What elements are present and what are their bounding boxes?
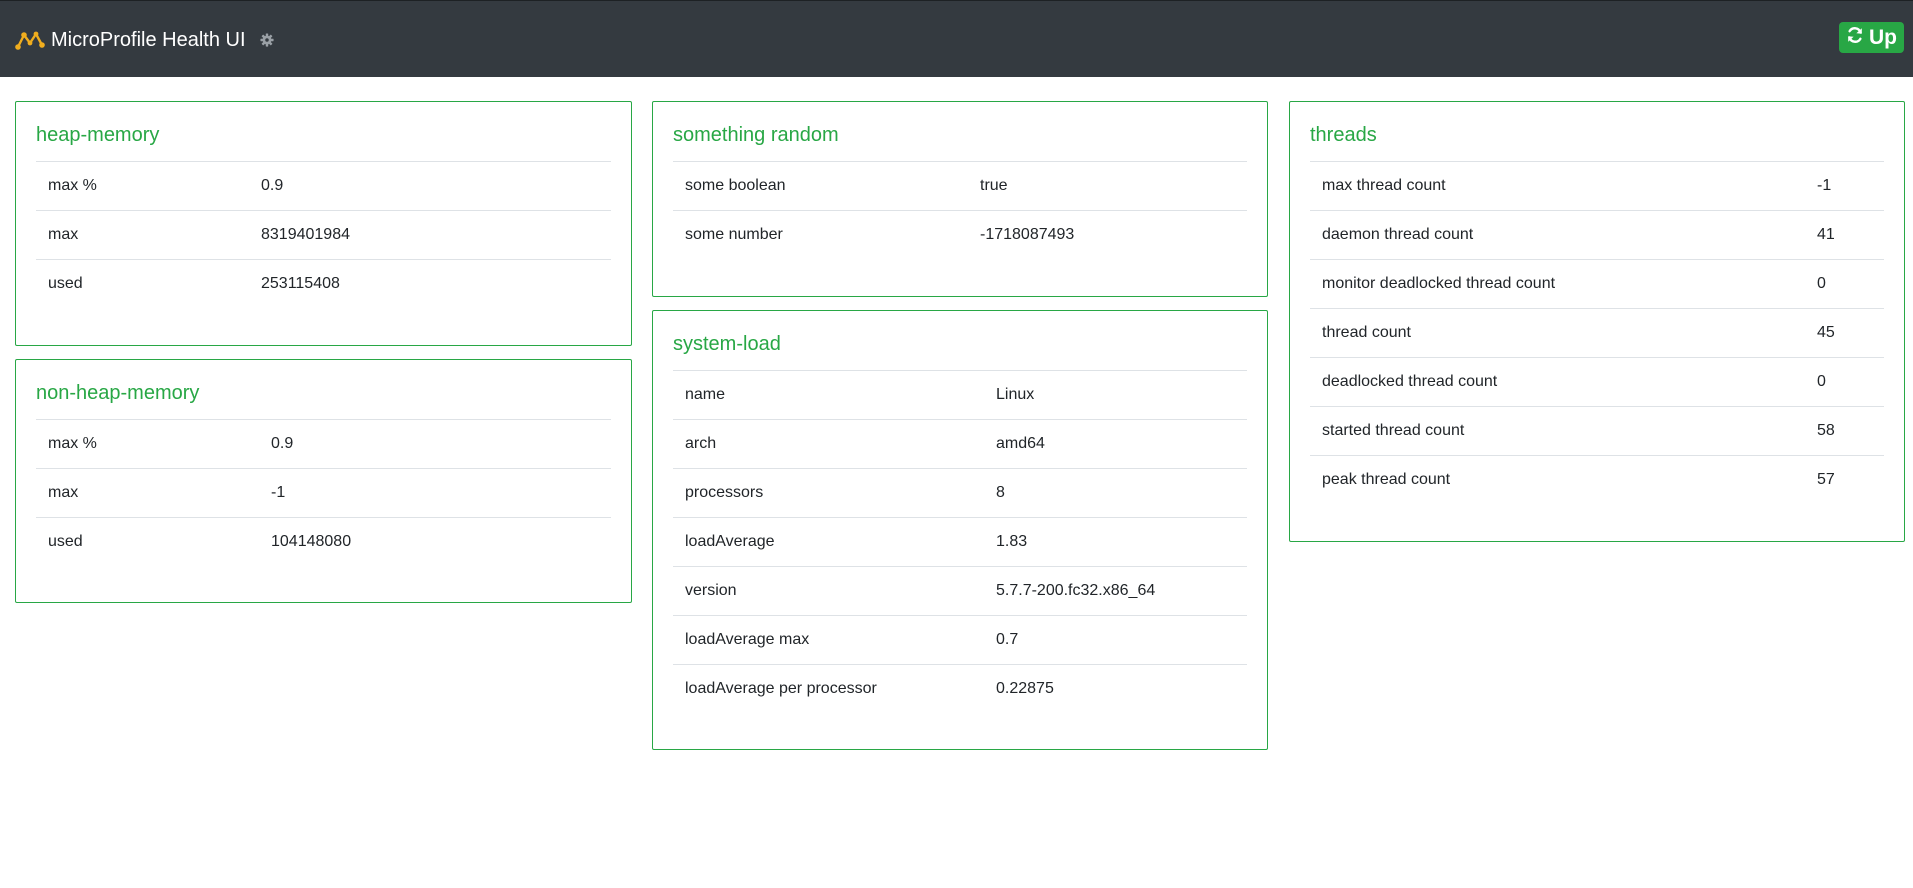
row-key: max: [36, 210, 249, 260]
row-value: 1.83: [984, 516, 1247, 566]
table-row: peak thread count 57: [1310, 455, 1884, 505]
table-row: some boolean true: [673, 161, 1247, 211]
row-value: 253115408: [249, 259, 611, 309]
card-title: threads: [1310, 124, 1377, 146]
table-row: arch amd64: [673, 418, 1247, 468]
refresh-icon: [1846, 26, 1869, 50]
row-key: some number: [673, 210, 968, 260]
card-system-load: system-load name Linux arch amd64 proces…: [652, 309, 1268, 750]
row-value: 104148080: [259, 516, 611, 566]
table-row: name Linux: [673, 369, 1247, 419]
table-row: monitor deadlocked thread count 0: [1310, 259, 1884, 309]
kv-table: max % 0.9 max -1 used 104148080: [36, 418, 611, 566]
row-key: processors: [673, 467, 984, 517]
row-key: max: [36, 467, 259, 517]
table-row: some number -1718087493: [673, 210, 1247, 260]
row-value: 8: [984, 467, 1247, 517]
row-value: 0: [1805, 259, 1884, 309]
table-row: max 8319401984: [36, 210, 611, 260]
gear-icon[interactable]: [259, 33, 274, 47]
table-row: processors 8: [673, 467, 1247, 517]
table-row: loadAverage per processor 0.22875: [673, 663, 1247, 713]
kv-table: max thread count -1 daemon thread count …: [1310, 161, 1884, 505]
table-row: max -1: [36, 467, 611, 517]
table-row: thread count 45: [1310, 308, 1884, 358]
row-value: 0.9: [249, 161, 611, 211]
row-value: 57: [1805, 455, 1884, 505]
table-row: used 253115408: [36, 259, 611, 309]
row-value: 0.7: [984, 614, 1247, 664]
status-label: Up: [1869, 25, 1897, 49]
kv-table: name Linux arch amd64 processors 8 loadA…: [673, 369, 1247, 713]
table-row: loadAverage 1.83: [673, 516, 1247, 566]
row-value: Linux: [984, 369, 1247, 419]
card-threads: threads max thread count -1 daemon threa…: [1289, 101, 1905, 542]
row-value: true: [968, 161, 1247, 211]
row-key: used: [36, 516, 259, 566]
table-row: daemon thread count 41: [1310, 210, 1884, 260]
microprofile-logo-icon: [15, 29, 46, 51]
row-key: arch: [673, 418, 984, 468]
row-value: amd64: [984, 418, 1247, 468]
row-value: 5.7.7-200.fc32.x86_64: [984, 565, 1247, 615]
row-key: some boolean: [673, 161, 968, 211]
row-key: max %: [36, 161, 249, 211]
row-key: loadAverage max: [673, 614, 984, 664]
card-non-heap-memory: non-heap-memory max % 0.9 max -1 used 10…: [15, 358, 632, 603]
row-key: deadlocked thread count: [1310, 357, 1805, 407]
kv-table: some boolean true some number -171808749…: [673, 161, 1247, 260]
row-value: -1: [259, 467, 611, 517]
row-key: version: [673, 565, 984, 615]
row-value: -1718087493: [968, 210, 1247, 260]
card-title: something random: [673, 124, 839, 146]
table-row: max % 0.9: [36, 161, 611, 211]
row-key: monitor deadlocked thread count: [1310, 259, 1805, 309]
table-row: loadAverage max 0.7: [673, 614, 1247, 664]
card-title: heap-memory: [36, 124, 160, 146]
card-title: system-load: [673, 332, 781, 355]
column-right: threads max thread count -1 daemon threa…: [1289, 101, 1905, 555]
card-heap-memory: heap-memory max % 0.9 max 8319401984 use…: [15, 101, 632, 346]
card-something-random: something random some boolean true some …: [652, 101, 1268, 297]
app-title: MicroProfile Health UI: [51, 28, 246, 51]
row-key: used: [36, 259, 249, 309]
table-row: used 104148080: [36, 516, 611, 566]
column-left: heap-memory max % 0.9 max 8319401984 use…: [15, 101, 632, 616]
row-key: loadAverage per processor: [673, 663, 984, 713]
row-value: 8319401984: [249, 210, 611, 260]
top-navbar: MicroProfile Health UI Up: [0, 0, 1913, 77]
row-key: max %: [36, 418, 259, 468]
row-key: max thread count: [1310, 161, 1805, 211]
row-key: loadAverage: [673, 516, 984, 566]
table-row: deadlocked thread count 0: [1310, 357, 1884, 407]
row-value: 0: [1805, 357, 1884, 407]
row-key: peak thread count: [1310, 455, 1805, 505]
table-row: started thread count 58: [1310, 406, 1884, 456]
row-value: 58: [1805, 406, 1884, 456]
column-middle: something random some boolean true some …: [652, 101, 1268, 763]
card-title: non-heap-memory: [36, 381, 200, 404]
row-value: -1: [1805, 161, 1884, 211]
row-value: 0.22875: [984, 663, 1247, 713]
table-row: max % 0.9: [36, 418, 611, 468]
row-key: started thread count: [1310, 406, 1805, 456]
row-value: 45: [1805, 308, 1884, 358]
row-key: thread count: [1310, 308, 1805, 358]
brand: MicroProfile Health UI: [15, 27, 274, 53]
table-row: version 5.7.7-200.fc32.x86_64: [673, 565, 1247, 615]
row-key: name: [673, 369, 984, 419]
kv-table: max % 0.9 max 8319401984 used 253115408: [36, 161, 611, 309]
row-value: 0.9: [259, 418, 611, 468]
row-value: 41: [1805, 210, 1884, 260]
row-key: daemon thread count: [1310, 210, 1805, 260]
status-up-button[interactable]: Up: [1839, 22, 1904, 53]
table-row: max thread count -1: [1310, 161, 1884, 211]
